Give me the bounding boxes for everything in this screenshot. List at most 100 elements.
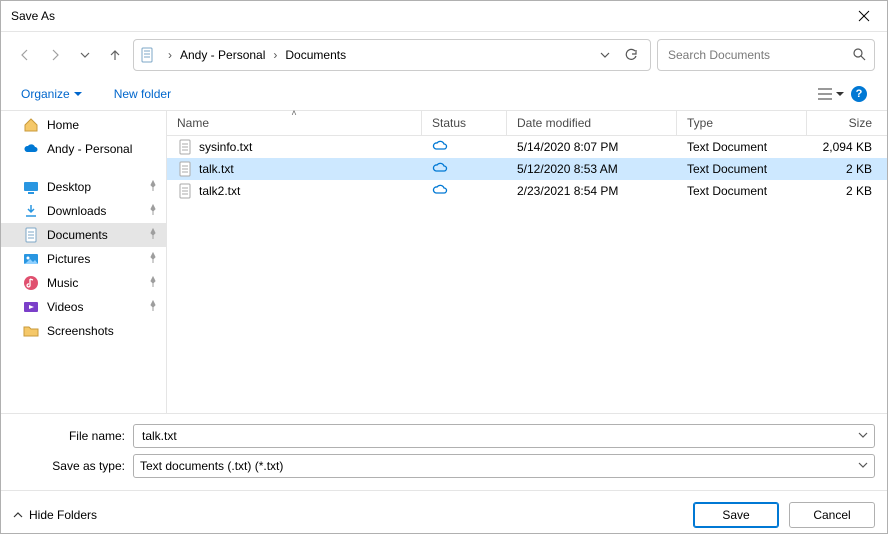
file-date: 2/23/2021 8:54 PM bbox=[507, 180, 677, 202]
hide-folders-label: Hide Folders bbox=[29, 508, 97, 522]
downloads-icon bbox=[23, 203, 39, 219]
pictures-icon bbox=[23, 251, 39, 267]
nav-back-button[interactable] bbox=[13, 43, 37, 67]
file-date: 5/14/2020 8:07 PM bbox=[507, 136, 677, 158]
file-name: sysinfo.txt bbox=[199, 140, 252, 154]
nav-bar: › Andy - Personal › Documents bbox=[1, 32, 887, 78]
pin-icon bbox=[148, 228, 158, 242]
sidebar-item-label: Screenshots bbox=[47, 324, 114, 338]
nav-forward-button[interactable] bbox=[43, 43, 67, 67]
cancel-button[interactable]: Cancel bbox=[789, 502, 875, 528]
file-icon bbox=[177, 183, 193, 199]
caret-down-icon bbox=[74, 90, 82, 98]
sidebar-item-label: Desktop bbox=[47, 180, 91, 194]
save-type-dropdown[interactable] bbox=[858, 459, 868, 473]
caret-down-icon bbox=[836, 90, 844, 98]
file-type: Text Document bbox=[677, 136, 807, 158]
breadcrumb-chevron[interactable]: › bbox=[162, 48, 178, 62]
save-type-label: Save as type: bbox=[13, 459, 133, 473]
file-pane: Name ˄ Status Date modified Type Size sy… bbox=[167, 111, 887, 413]
close-button[interactable] bbox=[841, 1, 887, 31]
footer: Hide Folders Save Cancel bbox=[1, 490, 887, 539]
hide-folders-button[interactable]: Hide Folders bbox=[13, 508, 97, 522]
save-type-combo[interactable]: Text documents (.txt) (*.txt) bbox=[133, 454, 875, 478]
nav-recent-button[interactable] bbox=[73, 43, 97, 67]
organize-button[interactable]: Organize bbox=[15, 83, 88, 105]
folder-icon bbox=[23, 323, 39, 339]
cloud-status-icon bbox=[432, 162, 448, 177]
help-button[interactable]: ? bbox=[845, 82, 873, 106]
sidebar-item-onedrive[interactable]: Andy - Personal bbox=[1, 137, 166, 161]
file-name: talk2.txt bbox=[199, 184, 240, 198]
sidebar-item-desktop[interactable]: Desktop bbox=[1, 175, 166, 199]
new-folder-button[interactable]: New folder bbox=[108, 83, 177, 105]
file-name-row: File name: bbox=[13, 424, 875, 448]
save-type-value: Text documents (.txt) (*.txt) bbox=[140, 459, 852, 473]
help-icon: ? bbox=[851, 86, 867, 102]
main-area: Home Andy - Personal Desktop Downloads D… bbox=[1, 111, 887, 413]
organize-label: Organize bbox=[21, 87, 70, 101]
column-status[interactable]: Status bbox=[422, 111, 507, 135]
pin-icon bbox=[148, 252, 158, 266]
sidebar-item-label: Downloads bbox=[47, 204, 106, 218]
column-size[interactable]: Size bbox=[807, 111, 882, 135]
sidebar-item-downloads[interactable]: Downloads bbox=[1, 199, 166, 223]
save-fields: File name: Save as type: Text documents … bbox=[1, 413, 887, 490]
chevron-up-icon bbox=[13, 510, 23, 520]
file-icon bbox=[177, 161, 193, 177]
sidebar-item-music[interactable]: Music bbox=[1, 271, 166, 295]
arrow-right-icon bbox=[48, 48, 62, 62]
sidebar-item-pictures[interactable]: Pictures bbox=[1, 247, 166, 271]
sort-indicator: ˄ bbox=[291, 108, 296, 118]
sidebar-item-label: Andy - Personal bbox=[47, 142, 132, 156]
toolbar: Organize New folder ? bbox=[1, 78, 887, 111]
location-icon bbox=[140, 47, 156, 63]
file-name: talk.txt bbox=[199, 162, 234, 176]
file-name-combo[interactable] bbox=[133, 424, 875, 448]
search-icon bbox=[852, 47, 866, 64]
file-size: 2 KB bbox=[807, 180, 882, 202]
nav-up-button[interactable] bbox=[103, 43, 127, 67]
sidebar-item-label: Home bbox=[47, 118, 79, 132]
search-input[interactable] bbox=[666, 47, 852, 63]
sidebar-item-label: Videos bbox=[47, 300, 83, 314]
search-box[interactable] bbox=[657, 39, 875, 71]
sidebar-item-label: Documents bbox=[47, 228, 108, 242]
address-bar[interactable]: › Andy - Personal › Documents bbox=[133, 39, 651, 71]
column-type[interactable]: Type bbox=[677, 111, 807, 135]
sidebar-item-videos[interactable]: Videos bbox=[1, 295, 166, 319]
sidebar-item-documents[interactable]: Documents bbox=[1, 223, 166, 247]
column-headers: Name ˄ Status Date modified Type Size bbox=[167, 111, 887, 136]
documents-icon bbox=[23, 227, 39, 243]
videos-icon bbox=[23, 299, 39, 315]
breadcrumb-chevron[interactable]: › bbox=[267, 48, 283, 62]
file-icon bbox=[177, 139, 193, 155]
refresh-icon bbox=[624, 48, 638, 62]
breadcrumb-segment[interactable]: Andy - Personal bbox=[178, 48, 267, 62]
breadcrumb-segment[interactable]: Documents bbox=[283, 48, 348, 62]
window-title: Save As bbox=[11, 9, 841, 23]
arrow-left-icon bbox=[18, 48, 32, 62]
new-folder-label: New folder bbox=[114, 87, 171, 101]
list-view-icon bbox=[818, 88, 832, 100]
chevron-down-icon bbox=[858, 430, 868, 440]
file-name-input[interactable] bbox=[140, 428, 852, 444]
file-row[interactable]: talk.txt5/12/2020 8:53 AMText Document2 … bbox=[167, 158, 887, 180]
sidebar-item-home[interactable]: Home bbox=[1, 113, 166, 137]
sidebar-item-screenshots[interactable]: Screenshots bbox=[1, 319, 166, 343]
file-type: Text Document bbox=[677, 180, 807, 202]
save-button[interactable]: Save bbox=[693, 502, 779, 528]
view-options-button[interactable] bbox=[817, 82, 845, 106]
pin-icon bbox=[148, 204, 158, 218]
column-date[interactable]: Date modified bbox=[507, 111, 677, 135]
chevron-down-icon bbox=[858, 460, 868, 470]
file-name-dropdown[interactable] bbox=[858, 429, 868, 443]
file-row[interactable]: talk2.txt 2/23/2021 8:54 PMText Document2… bbox=[167, 180, 887, 202]
refresh-button[interactable] bbox=[618, 48, 644, 62]
desktop-icon bbox=[23, 179, 39, 195]
column-name[interactable]: Name ˄ bbox=[167, 111, 422, 135]
file-row[interactable]: sysinfo.txt 5/14/2020 8:07 PMText Documen… bbox=[167, 136, 887, 158]
address-dropdown[interactable] bbox=[592, 50, 618, 60]
title-bar: Save As bbox=[1, 1, 887, 32]
sidebar-item-label: Pictures bbox=[47, 252, 90, 266]
